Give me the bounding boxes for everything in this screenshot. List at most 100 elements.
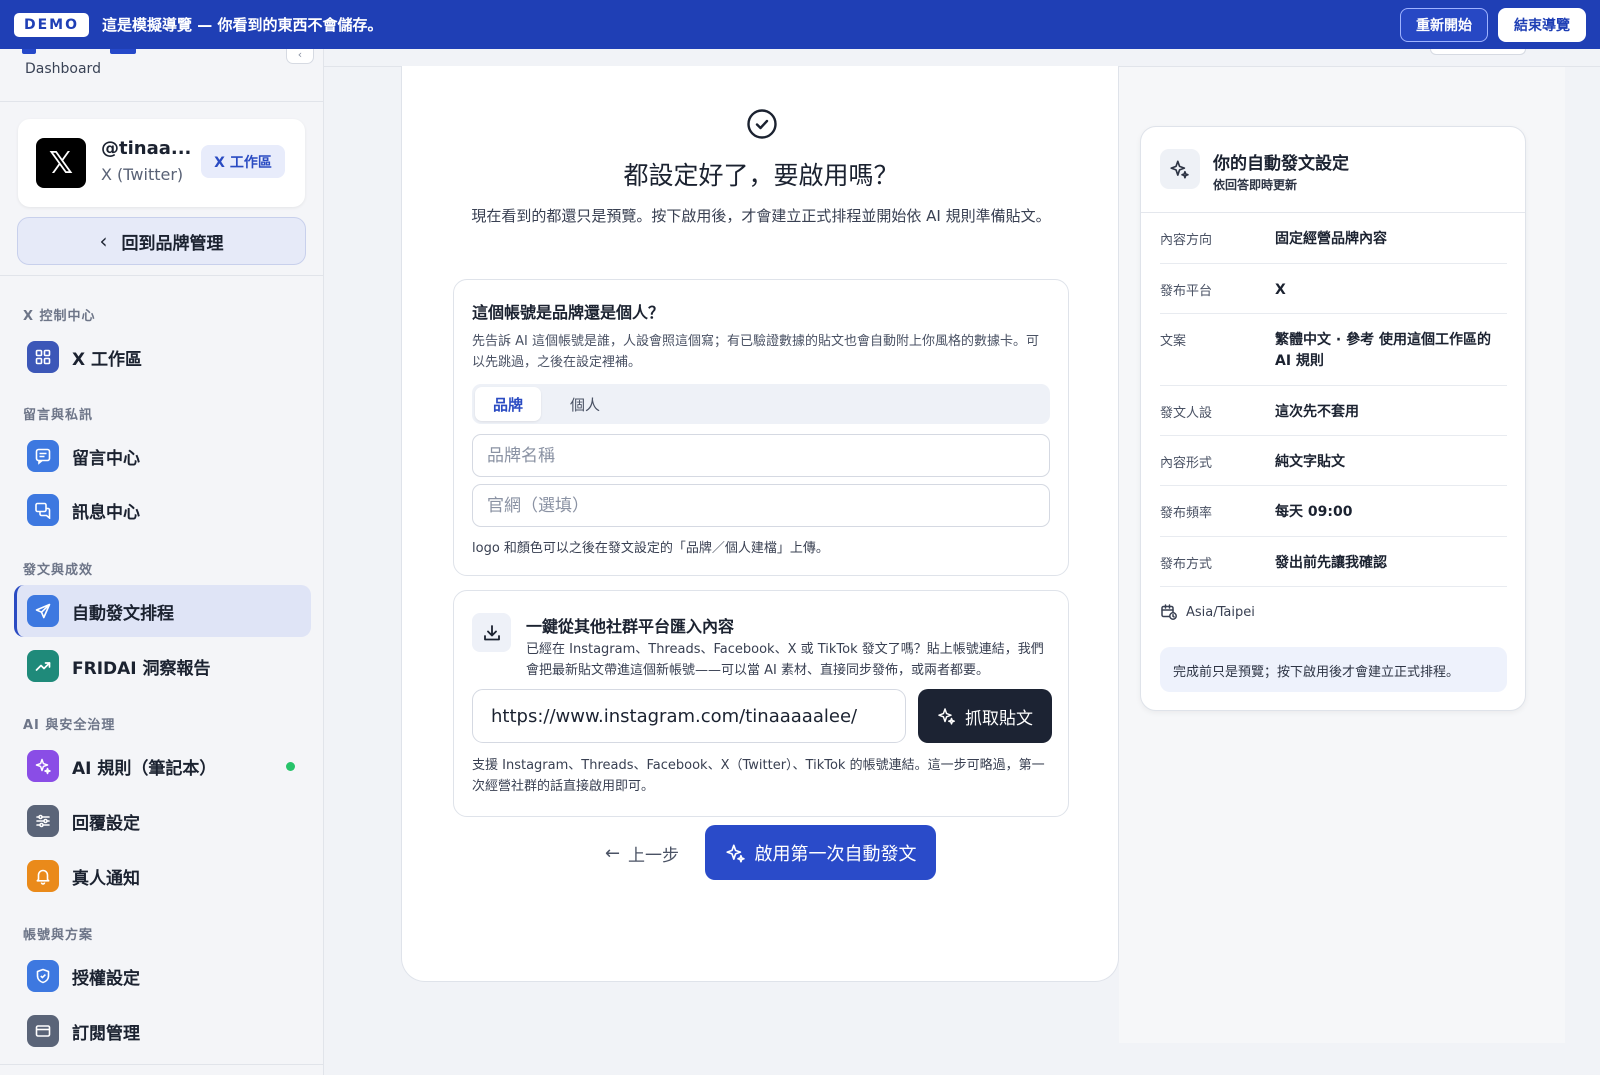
sidebar-item-comments[interactable]: 留言中心 <box>14 430 311 482</box>
summary-row: 發布方式 發出前先讓我確認 <box>1160 537 1507 587</box>
timezone-label: Asia/Taipei <box>1186 604 1255 620</box>
sidebar-item-auto-post-schedule[interactable]: 自動發文排程 <box>14 585 311 637</box>
account-platform: X (Twitter) <box>101 165 184 184</box>
sidebar-item-label: 回覆設定 <box>72 813 140 834</box>
sidebar-item-label: 真人通知 <box>72 868 140 889</box>
summary-row-key: 內容形式 <box>1160 456 1213 471</box>
trend-icon <box>27 650 59 682</box>
sliders-icon <box>27 805 59 837</box>
summary-row-value: 固定經營品牌內容 <box>1275 231 1387 247</box>
social-url-input[interactable] <box>472 689 906 743</box>
account-card[interactable]: 𝕏 @tinaa... X (Twitter) X 工作區 <box>18 119 305 207</box>
grid-icon <box>27 341 59 373</box>
calendar-clock-icon <box>1161 604 1177 620</box>
summary-row-key: 內容方向 <box>1160 233 1213 248</box>
previous-step-label: 上一步 <box>628 845 680 866</box>
header-control[interactable] <box>1430 49 1526 55</box>
end-tour-button[interactable]: 結束導覽 <box>1498 8 1586 42</box>
shield-icon <box>27 960 59 992</box>
summary-row-key: 發文人設 <box>1160 406 1213 421</box>
fetch-posts-button[interactable]: 抓取貼文 <box>918 689 1052 743</box>
wizard-title: 都設定好了，要啟用嗎？ <box>623 161 899 190</box>
nav-section-title: 帳號與方案 <box>23 928 94 943</box>
check-circle-icon <box>747 109 777 139</box>
divider <box>0 275 323 276</box>
app-logo <box>22 49 136 57</box>
divider <box>0 1064 323 1065</box>
panel-description: 先告訴 AI 這個帳號是誰，人設會照這個寫；有已驗證數據的貼文也會自動附上你風格… <box>472 334 1039 370</box>
sidebar-item-label: 訂閱管理 <box>72 1023 140 1044</box>
summary-row-value: 發出前先讓我確認 <box>1275 555 1387 571</box>
sparkle-icon <box>1160 149 1200 189</box>
collapse-sidebar-button[interactable]: ‹ <box>286 49 314 64</box>
wizard-description: 現在看到的都還只是預覽。按下啟用後，才會建立正式排程並開始依 AI 規則準備貼文… <box>471 207 1051 225</box>
summary-row-value: 純文字貼文 <box>1275 454 1345 470</box>
chat-icon <box>27 494 59 526</box>
bell-icon <box>27 860 59 892</box>
download-icon <box>472 613 511 652</box>
sidebar-item-human-notify[interactable]: 真人通知 <box>14 850 311 902</box>
activation-wizard: 都設定好了，要啟用嗎？ 現在看到的都還只是預覽。按下啟用後，才會建立正式排程並開… <box>401 66 1119 982</box>
summary-row: 發布平台 X <box>1160 264 1507 314</box>
brand-personal-segmented-control: 品牌 個人 <box>472 384 1050 424</box>
launch-auto-post-label: 啟用第一次自動發文 <box>754 843 917 865</box>
sidebar-item-label: FRIDAI 洞察報告 <box>72 658 211 679</box>
brand-name-input[interactable] <box>472 434 1050 477</box>
sparkle-icon <box>938 708 955 725</box>
launch-auto-post-button[interactable]: 啟用第一次自動發文 <box>705 825 936 880</box>
sidebar-item-label: 留言中心 <box>72 448 140 469</box>
website-input[interactable] <box>472 484 1050 527</box>
sidebar-item-subscription[interactable]: 訂閱管理 <box>14 1005 311 1057</box>
sparkle-icon <box>725 843 745 863</box>
comment-icon <box>27 440 59 472</box>
auto-post-settings-summary: 你的自動發文設定 依回答即時更新 內容方向 固定經營品牌內容 發布平台 X 文案 繁體… <box>1140 126 1526 711</box>
sidebar-item-messages[interactable]: 訊息中心 <box>14 484 311 536</box>
arrow-left-icon: ← <box>604 842 621 864</box>
panel-note: logo 和顏色可以之後在發文設定的「品牌／個人建檔」上傳。 <box>472 541 829 556</box>
sidebar-item-label: 訊息中心 <box>72 502 140 523</box>
send-icon <box>27 595 59 627</box>
sidebar-item-reply-settings[interactable]: 回覆設定 <box>14 795 311 847</box>
panel-title: 這個帳號是品牌還是個人？ <box>472 303 665 322</box>
brand-or-personal-panel: 這個帳號是品牌還是個人？ 先告訴 AI 這個帳號是誰，人設會照這個寫；有已驗證數… <box>453 279 1069 576</box>
demo-badge: DEMO <box>14 12 90 37</box>
import-content-panel: 一鍵從其他社群平台匯入內容 已經在 Instagram、Threads、Face… <box>453 590 1069 817</box>
summary-row-key: 文案 <box>1160 334 1187 349</box>
summary-row-key: 發布頻率 <box>1160 506 1213 521</box>
segment-personal[interactable]: 個人 <box>552 387 618 421</box>
demo-message: 這是模擬導覽 — 你看到的東西不會儲存。 <box>102 16 383 34</box>
sidebar-item-label: AI 規則（筆記本） <box>72 758 217 779</box>
sidebar-item-label: 授權設定 <box>72 968 140 989</box>
summary-row-value: X <box>1275 282 1286 298</box>
workspace-chip[interactable]: X 工作區 <box>201 145 285 178</box>
back-to-brand-button[interactable]: ‹ 回到品牌管理 <box>17 217 306 265</box>
card-icon <box>27 1015 59 1047</box>
nav-section-title: AI 與安全治理 <box>23 718 116 733</box>
back-to-brand-label: 回到品牌管理 <box>121 233 224 254</box>
sidebar-item-ai-rules[interactable]: AI 規則（筆記本） <box>14 740 311 792</box>
demo-banner: DEMO 這是模擬導覽 — 你看到的東西不會儲存。 重新開始 結束導覽 <box>0 0 1600 49</box>
summary-row: 內容形式 純文字貼文 <box>1160 436 1507 486</box>
sidebar-item-insights-report[interactable]: FRIDAI 洞察報告 <box>14 640 311 692</box>
restart-tour-button[interactable]: 重新開始 <box>1400 8 1488 42</box>
sidebar-item-x-workspace[interactable]: X 工作區 <box>14 331 311 383</box>
segment-brand[interactable]: 品牌 <box>475 387 541 421</box>
sidebar: Dashboard ‹ 𝕏 @tinaa... X (Twitter) X 工作… <box>0 0 324 1075</box>
summary-row: 發文人設 這次先不套用 <box>1160 386 1507 436</box>
summary-title: 你的自動發文設定 <box>1213 154 1349 174</box>
sidebar-item-label: 自動發文排程 <box>72 603 174 624</box>
summary-row: 文案 繁體中文 · 參考 使用這個工作區的 AI 規則 <box>1160 314 1507 386</box>
nav-section-title: 留言與私訊 <box>23 408 94 423</box>
summary-row-value: 這次先不套用 <box>1275 404 1359 420</box>
summary-row-value: 繁體中文 · 參考 使用這個工作區的 AI 規則 <box>1275 332 1491 369</box>
chevron-left-icon: ‹ <box>99 229 108 253</box>
summary-row: 發布頻率 每天 09:00 <box>1160 486 1507 537</box>
summary-row-value: 每天 09:00 <box>1275 504 1353 520</box>
sidebar-item-authorization[interactable]: 授權設定 <box>14 950 311 1002</box>
sidebar-item-label: X 工作區 <box>72 349 143 370</box>
account-handle: @tinaa... <box>101 138 192 159</box>
nav-section-title: 發文與成效 <box>23 563 94 578</box>
timezone: Asia/Taipei <box>1160 603 1255 621</box>
previous-step-button[interactable]: ← 上一步 <box>597 836 687 870</box>
panel-description: 已經在 Instagram、Threads、Facebook、X 或 TikTo… <box>526 642 1044 678</box>
